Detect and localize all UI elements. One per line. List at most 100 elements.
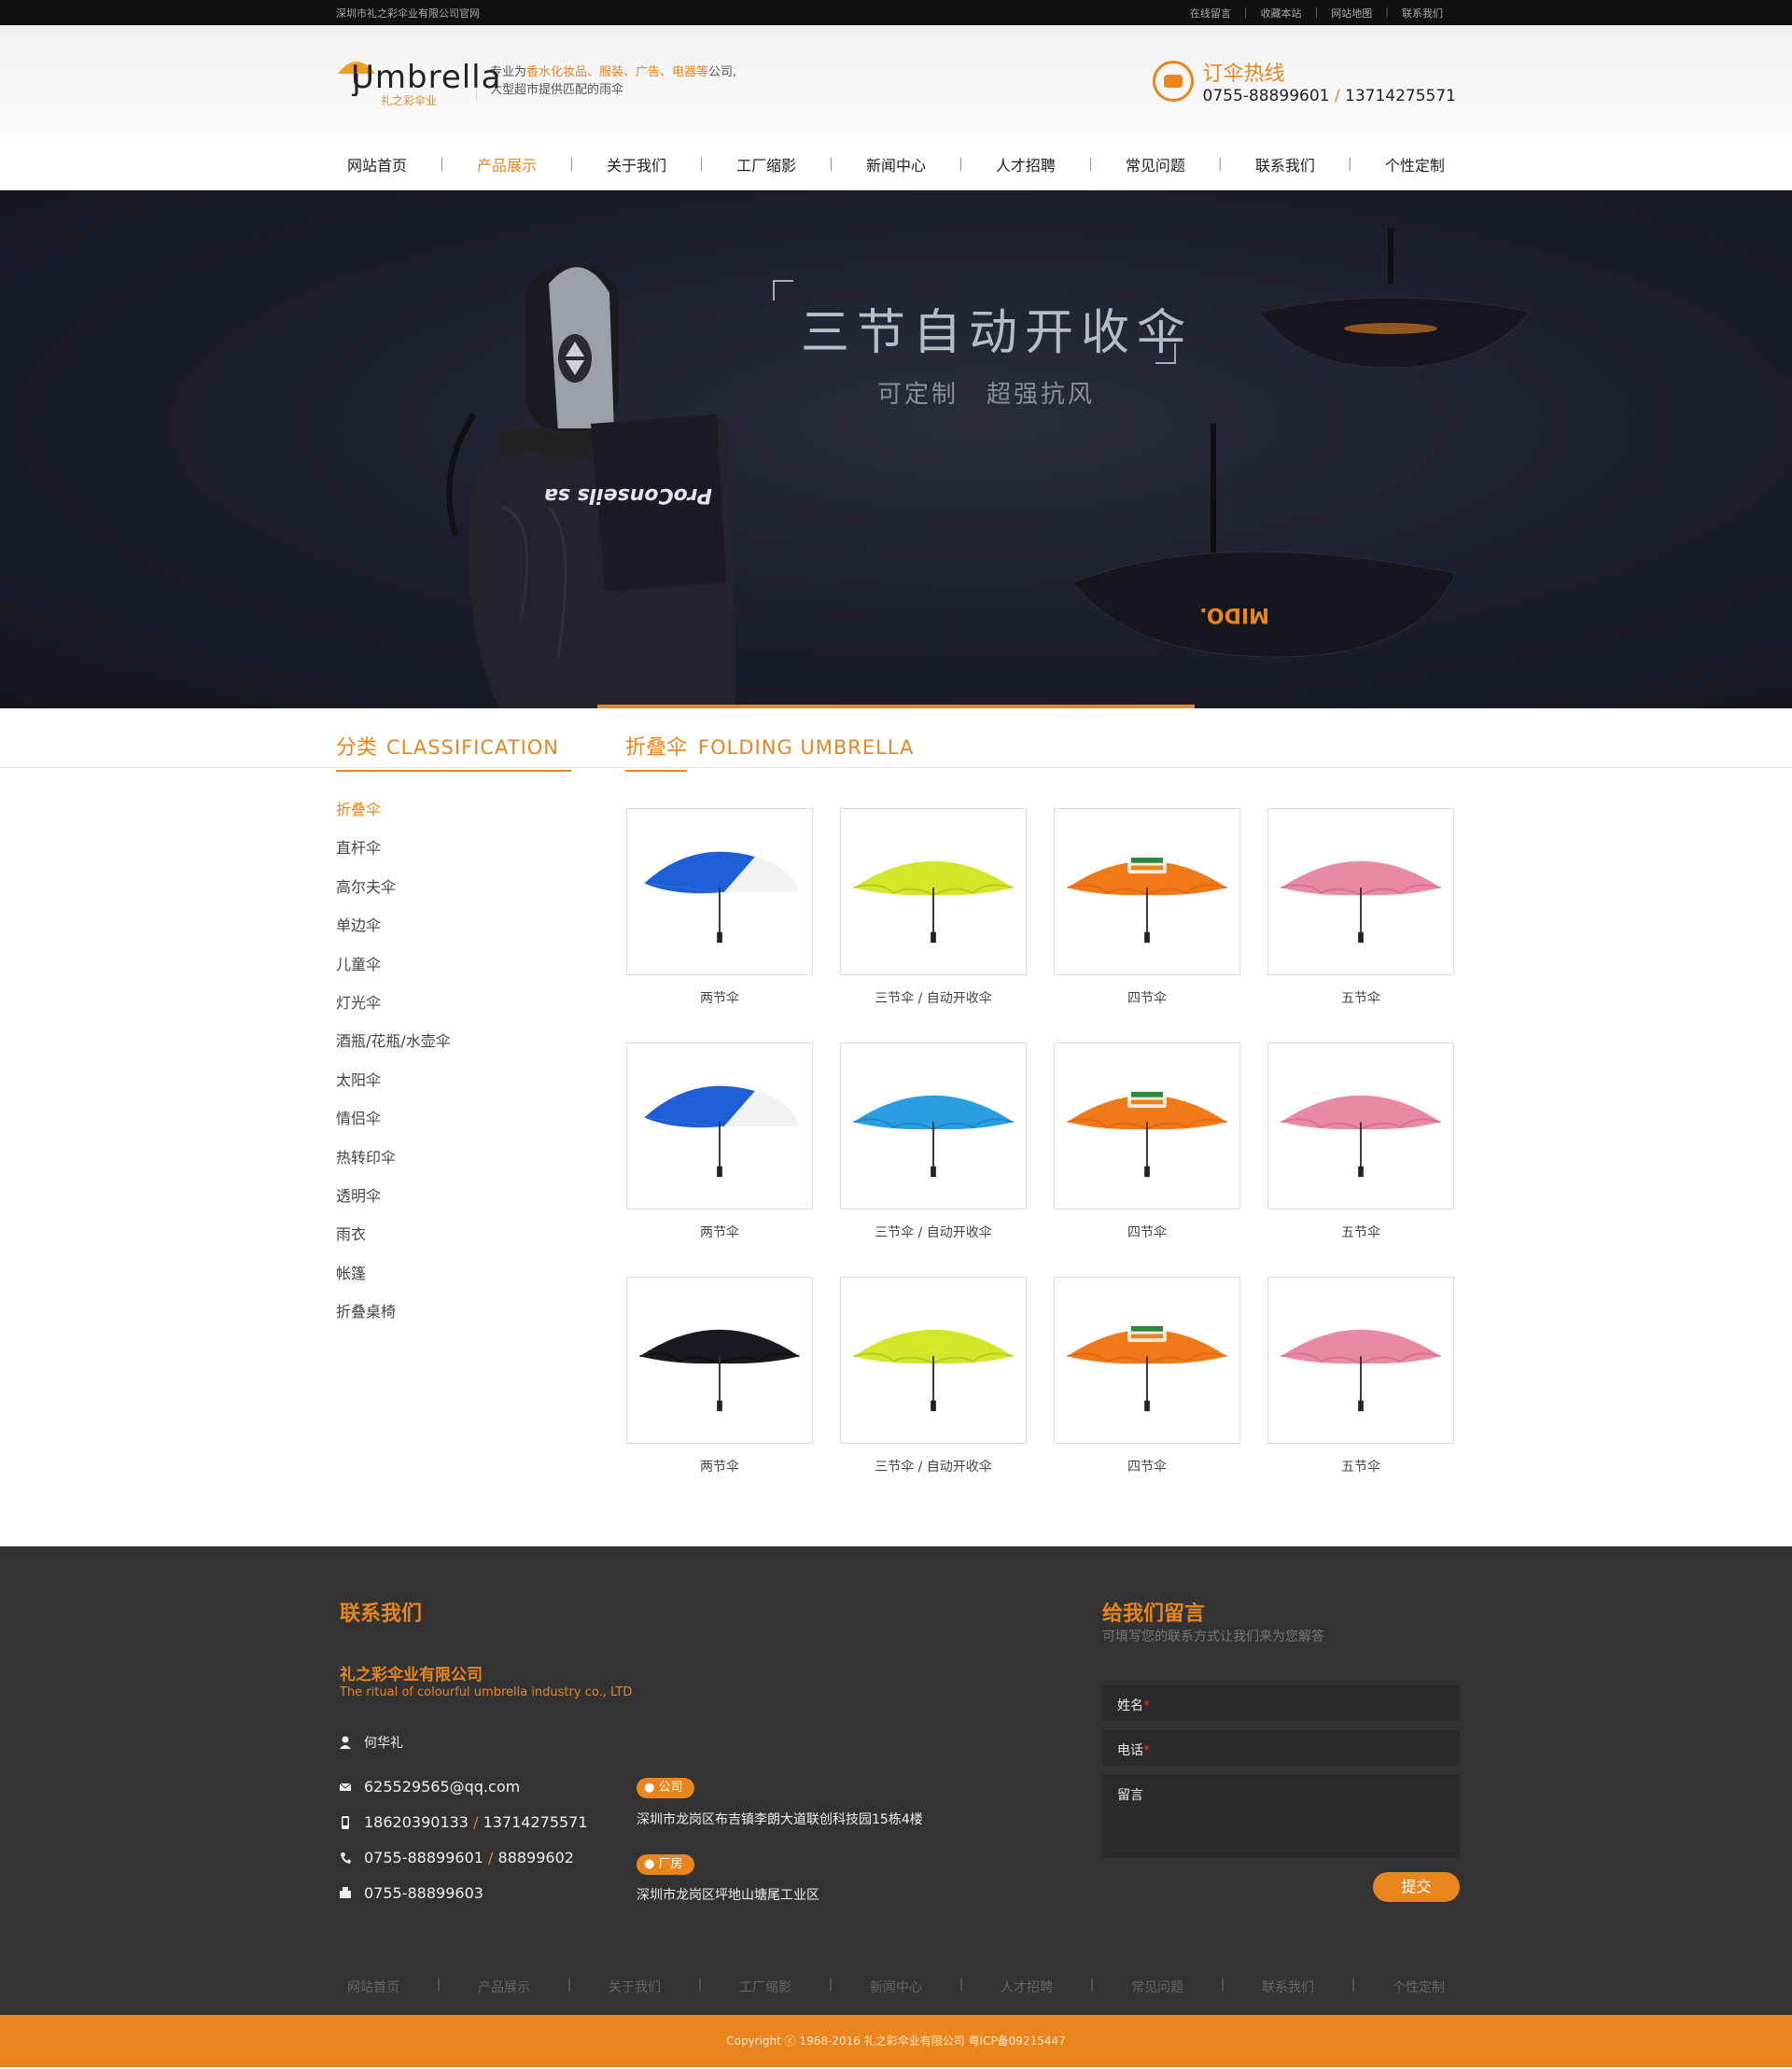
product-caption[interactable]: 两节伞: [626, 1457, 813, 1475]
logo[interactable]: Umbrella 礼之彩伞业 专业为香水化妆品、服装、广告、电器等公司, 大型超…: [336, 53, 736, 109]
sidebar-item-category[interactable]: 热转印伞: [336, 1145, 451, 1183]
footer-nav-item-contact[interactable]: 联系我们: [1262, 1978, 1314, 1996]
product-image[interactable]: [1054, 1042, 1240, 1209]
location-pin-icon: ●: [644, 1857, 655, 1871]
footer-nav-separator: |: [436, 1978, 441, 1992]
open-umbrella-image: MIDO.: [1073, 424, 1457, 658]
email-address[interactable]: 625529565@qq.com: [364, 1778, 520, 1796]
product-card[interactable]: 两节伞: [626, 1042, 813, 1277]
mobile-number-1: 18620390133: [364, 1813, 469, 1831]
footer-nav-item-products[interactable]: 产品展示: [478, 1978, 530, 1996]
sidebar-item-category[interactable]: 情侣伞: [336, 1106, 451, 1144]
message-subtitle: 可填写您的联系方式让我们来为您解答: [1102, 1629, 1324, 1644]
mobile-number-2: 13714275571: [483, 1813, 588, 1831]
main-nav: 网站首页 | 产品展示 | 关于我们 | 工厂缩影 | 新闻中心 | 人才招聘 | 常见问题 | 联系我们 |…: [0, 137, 1792, 190]
product-image[interactable]: [1054, 808, 1240, 975]
phone-input[interactable]: [1102, 1730, 1460, 1766]
product-card[interactable]: 两节伞: [626, 808, 813, 1042]
footer-nav-item-faq[interactable]: 常见问题: [1131, 1978, 1183, 1996]
product-caption[interactable]: 四节伞: [1054, 988, 1240, 1007]
product-caption[interactable]: 四节伞: [1054, 1457, 1240, 1475]
message-textarea[interactable]: [1102, 1775, 1460, 1858]
product-caption[interactable]: 三节伞 / 自动开收伞: [840, 988, 1027, 1007]
product-image[interactable]: [840, 1042, 1027, 1209]
nav-separator: |: [569, 156, 574, 172]
category-heading-en: FOLDING UMBRELLA: [698, 736, 915, 759]
phone-label: 电话*: [1117, 1743, 1150, 1758]
product-caption[interactable]: 两节伞: [626, 1223, 813, 1241]
sidebar-title-cn: 分类: [336, 736, 378, 760]
footer-nav-item-jobs[interactable]: 人才招聘: [1001, 1978, 1053, 1996]
top-link-sitemap[interactable]: 网站地图: [1318, 6, 1385, 21]
product-image[interactable]: [840, 1277, 1027, 1444]
product-caption[interactable]: 五节伞: [1267, 1457, 1454, 1475]
product-card[interactable]: 四节伞: [1054, 1277, 1240, 1511]
product-caption[interactable]: 三节伞 / 自动开收伞: [840, 1457, 1027, 1475]
product-image[interactable]: [1267, 808, 1454, 975]
product-image[interactable]: [626, 1042, 813, 1209]
product-caption[interactable]: 三节伞 / 自动开收伞: [840, 1223, 1027, 1241]
sidebar-item-category[interactable]: 灯光伞: [336, 990, 451, 1028]
product-image[interactable]: [1267, 1042, 1454, 1209]
product-card[interactable]: 五节伞: [1267, 1277, 1454, 1511]
umbrella-icon: [1281, 1095, 1441, 1177]
product-card[interactable]: 三节伞 / 自动开收伞: [840, 1277, 1027, 1511]
sidebar-item-category[interactable]: 儿童伞: [336, 952, 451, 990]
location-pin-icon: ●: [644, 1781, 655, 1795]
footer-nav-item-news[interactable]: 新闻中心: [870, 1978, 922, 1996]
footer-nav-item-factory[interactable]: 工厂缩影: [739, 1978, 791, 1996]
sidebar-item-category[interactable]: 酒瓶/花瓶/水壶伞: [336, 1028, 451, 1067]
product-card[interactable]: 五节伞: [1267, 808, 1454, 1042]
product-image[interactable]: [626, 1277, 813, 1444]
nav-item-products[interactable]: 产品展示: [477, 153, 537, 175]
sidebar-item-category[interactable]: 雨衣: [336, 1222, 451, 1260]
product-caption[interactable]: 四节伞: [1054, 1223, 1240, 1241]
product-caption[interactable]: 五节伞: [1267, 988, 1454, 1007]
sidebar-item-category[interactable]: 单边伞: [336, 913, 451, 951]
fax-number: 0755-88899603: [364, 1884, 483, 1902]
product-caption[interactable]: 五节伞: [1267, 1223, 1454, 1241]
product-card[interactable]: 四节伞: [1054, 1042, 1240, 1277]
hero-banner[interactable]: ProConseils sa 三节自动开收伞 可定制 超强抗风 MIDO.: [0, 190, 1792, 708]
nav-item-factory[interactable]: 工厂缩影: [736, 153, 796, 175]
submit-button[interactable]: 提交: [1373, 1872, 1460, 1902]
footer-nav-item-home[interactable]: 网站首页: [347, 1978, 399, 1996]
banner-subtitle: 可定制 超强抗风: [877, 375, 1123, 410]
product-caption[interactable]: 两节伞: [626, 988, 813, 1007]
hotline-separator: /: [1334, 87, 1340, 105]
top-link-contact[interactable]: 联系我们: [1389, 6, 1456, 21]
top-link-message[interactable]: 在线留言: [1177, 6, 1244, 21]
tel-number-1: 0755-88899601: [364, 1849, 483, 1866]
footer-nav-item-about[interactable]: 关于我们: [609, 1978, 661, 1996]
product-card[interactable]: 五节伞: [1267, 1042, 1454, 1277]
nav-item-custom[interactable]: 个性定制: [1385, 153, 1445, 175]
name-input[interactable]: [1102, 1685, 1460, 1721]
product-image[interactable]: [840, 808, 1027, 975]
sidebar-item-category[interactable]: 高尔夫伞: [336, 874, 451, 913]
top-link-bookmark[interactable]: 收藏本站: [1248, 6, 1315, 21]
category-heading: 折叠伞 FOLDING UMBRELLA: [625, 731, 914, 772]
message-label: 留言: [1117, 1788, 1143, 1803]
sidebar-item-category[interactable]: 透明伞: [336, 1183, 451, 1222]
telephone-icon: [1152, 61, 1194, 102]
umbrella-brand-text: MIDO.: [1199, 603, 1269, 626]
nav-item-about[interactable]: 关于我们: [607, 153, 666, 175]
product-card[interactable]: 四节伞: [1054, 808, 1240, 1042]
sidebar-item-category[interactable]: 折叠伞: [336, 797, 451, 835]
product-card[interactable]: 三节伞 / 自动开收伞: [840, 808, 1027, 1042]
nav-item-news[interactable]: 新闻中心: [866, 153, 926, 175]
footer-nav-item-custom[interactable]: 个性定制: [1393, 1978, 1445, 1996]
product-image[interactable]: [1267, 1277, 1454, 1444]
sidebar-item-category[interactable]: 折叠桌椅: [336, 1299, 451, 1337]
product-image[interactable]: [1054, 1277, 1240, 1444]
nav-item-home[interactable]: 网站首页: [347, 153, 407, 175]
nav-item-faq[interactable]: 常见问题: [1126, 153, 1185, 175]
product-card[interactable]: 两节伞: [626, 1277, 813, 1511]
sidebar-item-category[interactable]: 太阳伞: [336, 1068, 451, 1106]
sidebar-item-category[interactable]: 帐篷: [336, 1261, 451, 1299]
product-image[interactable]: [626, 808, 813, 975]
product-card[interactable]: 三节伞 / 自动开收伞: [840, 1042, 1027, 1277]
nav-item-jobs[interactable]: 人才招聘: [996, 153, 1056, 175]
nav-item-contact[interactable]: 联系我们: [1255, 153, 1315, 175]
sidebar-item-category[interactable]: 直杆伞: [336, 835, 451, 874]
